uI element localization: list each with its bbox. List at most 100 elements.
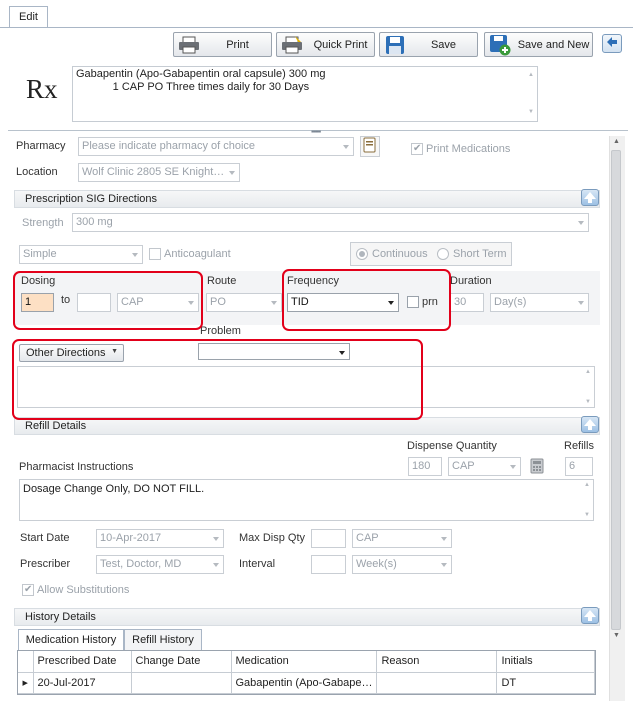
duration-label: Duration (450, 275, 492, 287)
allow-substitutions-checkbox[interactable] (22, 584, 34, 596)
grid-header-row: Prescribed Date Change Date Medication R… (18, 651, 595, 673)
pharmacist-instructions-label: Pharmacist Instructions (19, 461, 134, 473)
floppy-disk-icon (380, 33, 410, 56)
back-arrow-icon (605, 36, 619, 51)
prescriber-select[interactable]: Test, Doctor, MD (96, 555, 224, 574)
other-directions-textarea[interactable] (17, 366, 595, 408)
cell-initials: DT (496, 672, 595, 694)
strength-label: Strength (22, 217, 64, 229)
anticoagulant-label: Anticoagulant (164, 248, 231, 260)
splitter-grip-icon: ▪▪▪▪▪ (311, 127, 321, 136)
pharmacy-book-icon (363, 137, 377, 156)
max-disp-qty-label: Max Disp Qty (239, 532, 306, 544)
interval-label: Interval (239, 558, 276, 570)
refills-input[interactable]: 6 (565, 457, 593, 476)
interval-unit-select[interactable]: Week(s) (352, 555, 452, 574)
print-medications-checkbox[interactable] (411, 143, 423, 155)
save-and-new-label: Save and New (517, 38, 590, 51)
cell-prescribed-date: 20-Jul-2017 (33, 672, 132, 694)
save-and-new-button[interactable]: Save and New (484, 32, 593, 57)
dropdown-arrow-icon: ▼ (111, 348, 118, 355)
allow-substitutions-label: Allow Substitutions (37, 584, 130, 596)
dispense-quantity-label: Dispense Quantity (407, 440, 497, 452)
interval-input[interactable] (311, 555, 346, 574)
column-reason[interactable]: Reason (376, 651, 498, 673)
cell-reason (376, 672, 498, 694)
refill-section-header: Refill Details (14, 417, 600, 435)
sig-mode-select[interactable]: Simple (19, 245, 143, 264)
max-disp-qty-input[interactable] (311, 529, 346, 548)
start-date-picker[interactable]: 10-Apr-2017 (96, 529, 224, 548)
dispense-qty-input[interactable]: 180 (408, 457, 442, 476)
sig-section-header: Prescription SIG Directions (14, 190, 600, 208)
pharmacy-lookup-button[interactable] (360, 136, 380, 157)
dose-from-input[interactable]: 1 (21, 293, 54, 312)
scrollbar-thumb[interactable] (611, 150, 621, 630)
collapse-up-icon (582, 192, 598, 208)
collapse-up-icon (582, 610, 598, 626)
quick-print-label: Quick Print (313, 38, 368, 51)
short-term-radio[interactable] (437, 248, 449, 260)
pharmacist-instructions-textarea[interactable]: Dosage Change Only, DO NOT FILL. (19, 479, 594, 521)
history-collapse-button[interactable] (581, 607, 599, 624)
column-prescribed-date[interactable]: Prescribed Date (33, 651, 132, 673)
anticoagulant-checkbox[interactable] (149, 248, 161, 260)
cell-medication: Gabapentin (Apo-Gabape… (231, 672, 378, 694)
dispense-unit-select[interactable]: CAP (448, 457, 521, 476)
column-change-date[interactable]: Change Date (131, 651, 232, 673)
location-select[interactable]: Wolf Clinic 2805 SE Knight… (78, 163, 240, 182)
column-medication[interactable]: Medication (231, 651, 378, 673)
calculator-icon[interactable] (530, 458, 544, 474)
printer-icon (174, 33, 204, 56)
back-button[interactable] (602, 34, 622, 53)
save-button[interactable]: Save (379, 32, 478, 57)
scroll-up-icon[interactable]: ▲ (613, 138, 620, 145)
history-section-header: History Details (14, 608, 600, 626)
quick-print-button[interactable]: Quick Print (276, 32, 375, 57)
save-new-icon (485, 33, 515, 56)
refill-collapse-button[interactable] (581, 416, 599, 433)
route-label: Route (207, 275, 237, 287)
table-row[interactable]: ▶ 20-Jul-2017 Gabapentin (Apo-Gabape… DT (18, 672, 595, 694)
max-disp-unit-select[interactable]: CAP (352, 529, 452, 548)
location-label: Location (16, 166, 58, 178)
rx-summary-text[interactable]: Gabapentin (Apo-Gabapentin oral capsule)… (72, 66, 538, 122)
dose-unit-select[interactable]: CAP (117, 293, 199, 312)
column-initials[interactable]: Initials (496, 651, 595, 673)
rx-symbol: Rx (26, 74, 58, 104)
sig-collapse-button[interactable] (581, 189, 599, 206)
row-indicator-header (18, 651, 34, 673)
continuous-label: Continuous (372, 248, 428, 260)
duration-unit-select[interactable]: Day(s) (490, 293, 589, 312)
strength-select[interactable]: 300 mg (72, 213, 589, 232)
other-directions-dropdown[interactable]: Other Directions ▼ (19, 344, 124, 362)
duration-input[interactable]: 30 (450, 293, 484, 312)
tab-refill-history[interactable]: Refill History (124, 629, 202, 650)
print-medications-label: Print Medications (426, 143, 511, 155)
dose-to-input[interactable] (77, 293, 111, 312)
prn-checkbox[interactable] (407, 296, 419, 308)
save-label: Save (430, 38, 457, 51)
prn-label: prn (422, 296, 438, 308)
continuous-radio[interactable] (356, 248, 368, 260)
frequency-label: Frequency (287, 275, 339, 287)
row-pointer-icon: ▶ (18, 672, 34, 694)
quick-printer-icon (277, 33, 307, 56)
sig-section-title: Prescription SIG Directions (25, 193, 158, 205)
frequency-select[interactable]: TID (287, 293, 399, 312)
short-term-label: Short Term (453, 248, 507, 260)
pharmacy-select[interactable]: Please indicate pharmacy of choice (78, 137, 354, 156)
refill-section-title: Refill Details (25, 420, 87, 432)
tab-medication-history[interactable]: Medication History (18, 629, 124, 650)
prescriber-label: Prescriber (20, 558, 71, 570)
scroll-down-icon[interactable]: ▼ (613, 632, 620, 639)
pharmacy-label: Pharmacy (16, 140, 66, 152)
problem-select[interactable] (198, 343, 350, 360)
to-label: to (61, 294, 71, 306)
refills-label: Refills (564, 440, 594, 452)
tab-edit[interactable]: Edit (9, 6, 48, 28)
print-label: Print (226, 38, 249, 51)
medication-history-grid: Prescribed Date Change Date Medication R… (17, 650, 596, 695)
print-button[interactable]: Print (173, 32, 272, 57)
route-select[interactable]: PO (206, 293, 282, 312)
